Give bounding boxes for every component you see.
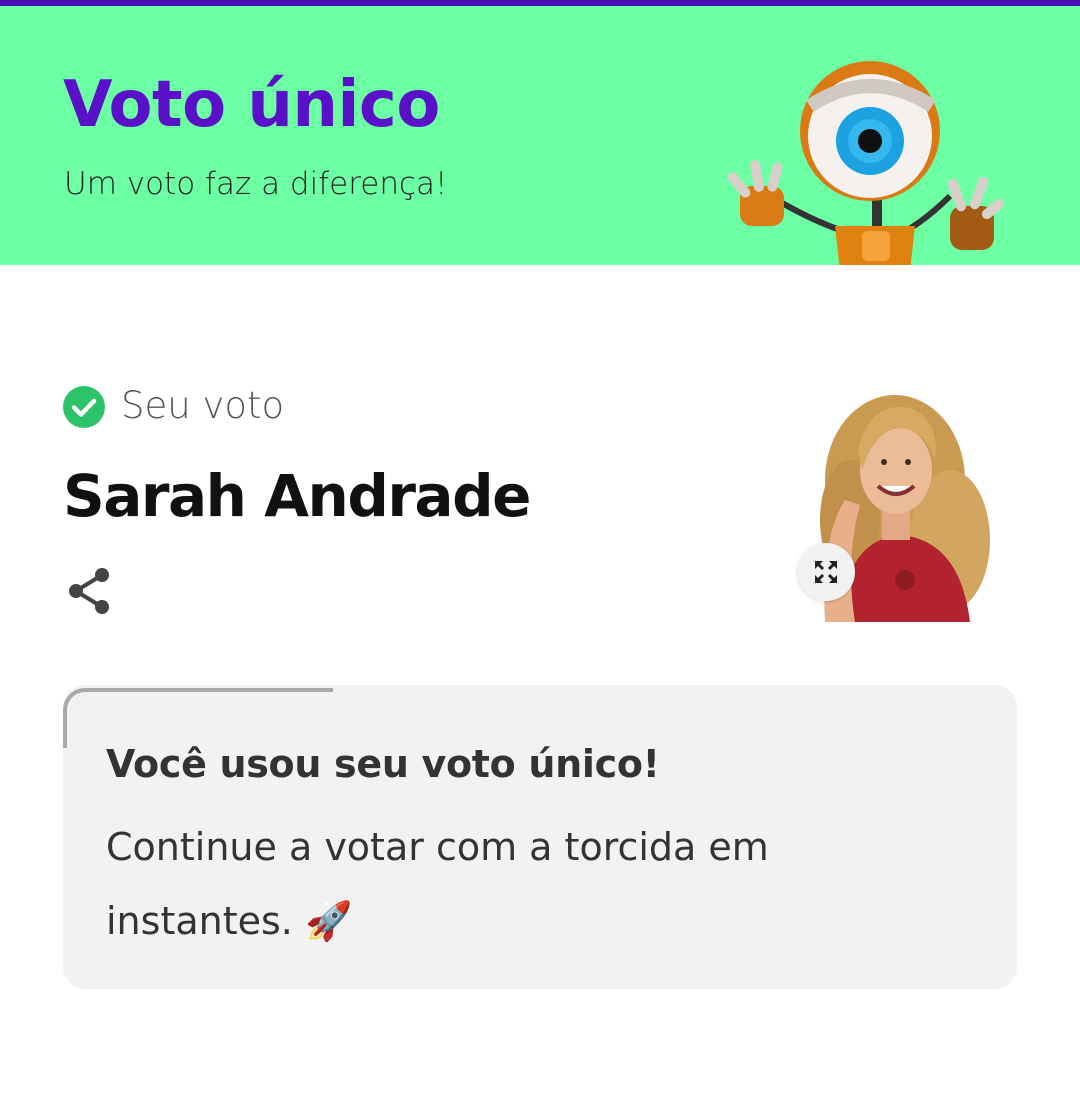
page-title: Voto único [63, 68, 440, 142]
expand-icon [815, 561, 837, 583]
notice-title: Você usou seu voto único! [106, 742, 660, 786]
notice-body: Continue a votar com a torcida em instan… [106, 825, 769, 943]
check-circle-icon [63, 386, 105, 428]
page-subtitle: Um voto faz a diferença! [64, 166, 448, 202]
vote-status-label: Seu voto [121, 384, 285, 427]
header-banner: Voto único Um voto faz a diferença! [0, 6, 1080, 265]
share-icon[interactable] [64, 565, 116, 617]
big-brother-mascot-icon [727, 61, 1005, 265]
expand-photo-button[interactable] [797, 543, 855, 601]
candidate-name: Sarah Andrade [63, 462, 531, 530]
countdown-progress-border [63, 688, 333, 748]
